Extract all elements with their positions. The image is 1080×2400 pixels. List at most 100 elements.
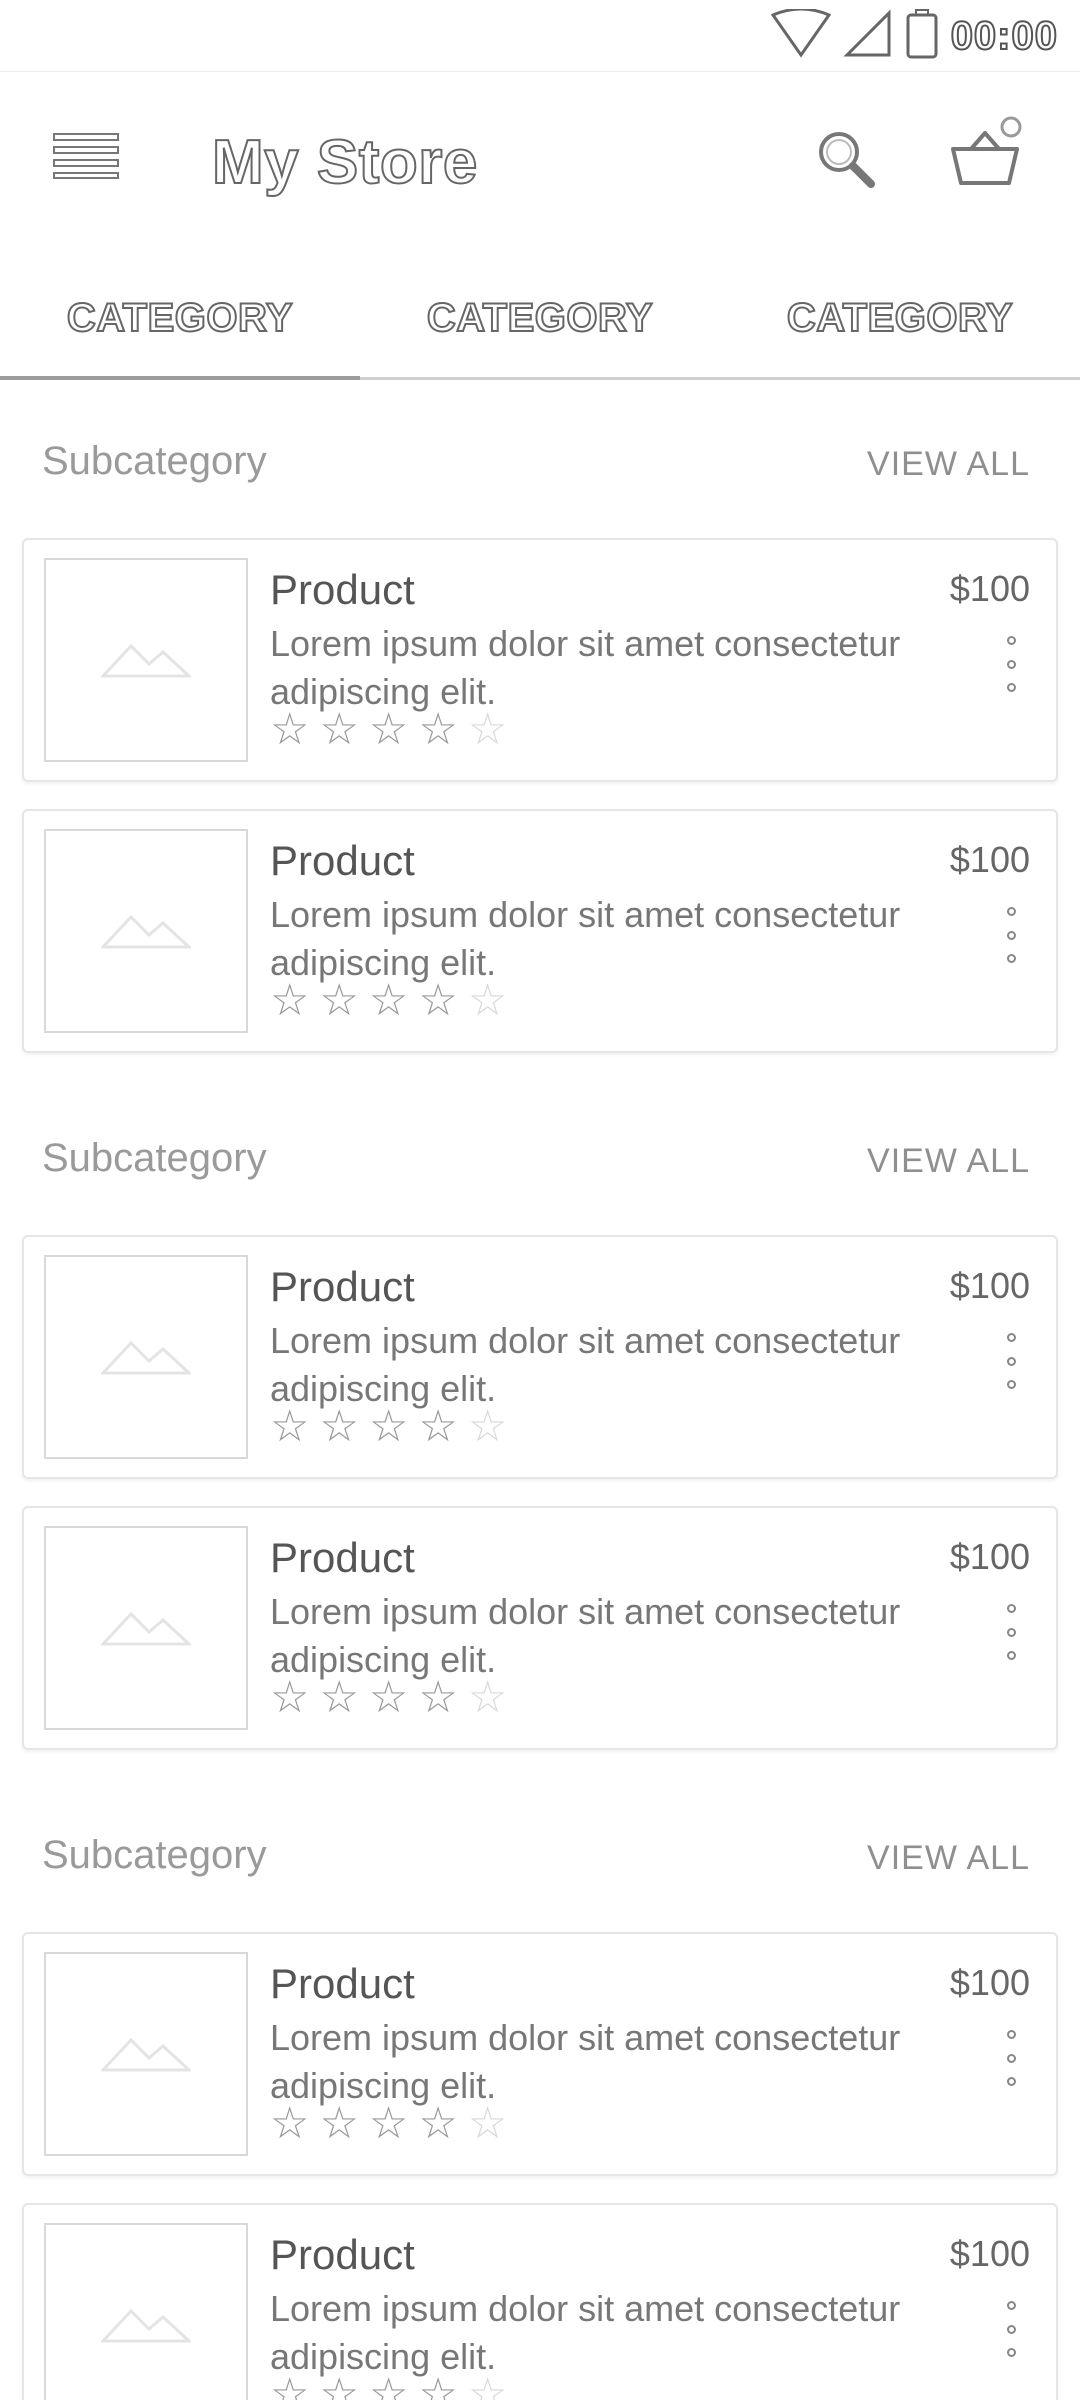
- more-options-button[interactable]: [996, 2030, 1026, 2086]
- image-placeholder-icon: [99, 1335, 193, 1380]
- cart-icon: [945, 115, 1025, 200]
- star-icon: ☆: [418, 704, 458, 755]
- dot: [1006, 954, 1016, 963]
- dot: [1006, 2030, 1016, 2039]
- star-icon: ☆: [270, 2369, 310, 2400]
- star-icon: ☆: [418, 1401, 458, 1452]
- view-all-button[interactable]: VIEW ALL: [867, 1142, 1030, 1181]
- tab-category-2[interactable]: CATEGORY: [360, 260, 720, 377]
- status-bar: 00:00: [0, 0, 1080, 72]
- product-list: Subcategory VIEW ALL Product $100 Lorem …: [0, 383, 1080, 2400]
- product-description: Lorem ipsum dolor sit amet consectetur a…: [270, 2017, 901, 2106]
- star-icon: ☆: [270, 704, 310, 755]
- image-placeholder-icon: [99, 1606, 193, 1651]
- tab-label: CATEGORY: [786, 295, 1014, 341]
- search-icon: [813, 126, 877, 195]
- dot: [1006, 2053, 1016, 2063]
- product-card[interactable]: Product $100 Lorem ipsum dolor sit amet …: [22, 2203, 1058, 2400]
- dot: [1006, 2324, 1016, 2334]
- star-icon: ☆: [418, 1672, 458, 1723]
- battery-icon: [905, 8, 939, 64]
- view-all-button[interactable]: VIEW ALL: [867, 445, 1030, 484]
- star-icon: ☆: [270, 1401, 310, 1452]
- product-name: Product: [270, 1263, 415, 1310]
- product-card[interactable]: Product $100 Lorem ipsum dolor sit amet …: [22, 538, 1058, 782]
- menu-button[interactable]: [46, 128, 126, 188]
- dot: [1006, 1356, 1016, 1366]
- product-image: [44, 1952, 248, 2156]
- star-icon: ☆: [319, 704, 359, 755]
- product-description: Lorem ipsum dolor sit amet consectetur a…: [270, 623, 901, 712]
- more-options-button[interactable]: [996, 1604, 1026, 1660]
- star-empty-icon: ☆: [467, 2369, 508, 2400]
- image-placeholder-icon: [99, 638, 193, 683]
- product-price: $100: [949, 1962, 1030, 2003]
- rating-stars: ☆ ☆ ☆ ☆ ☆: [270, 1676, 507, 1720]
- product-description: Lorem ipsum dolor sit amet consectetur a…: [270, 894, 901, 983]
- dot: [1006, 2077, 1016, 2086]
- tab-label: CATEGORY: [66, 295, 294, 341]
- star-icon: ☆: [418, 2369, 458, 2400]
- product-name: Product: [270, 2231, 415, 2278]
- dot: [1006, 1604, 1016, 1613]
- search-button[interactable]: [800, 120, 890, 200]
- product-name: Product: [270, 1960, 415, 2007]
- product-price: $100: [949, 568, 1030, 609]
- product-image: [44, 829, 248, 1033]
- subcategory-title: Subcategory: [42, 1833, 267, 1877]
- star-icon: ☆: [368, 2098, 409, 2149]
- more-options-button[interactable]: [996, 636, 1026, 692]
- subcategory-section: Subcategory VIEW ALL Product $100 Lorem …: [0, 1777, 1080, 2400]
- star-empty-icon: ☆: [467, 975, 508, 1026]
- status-icons: 00:00: [770, 7, 1058, 64]
- product-card[interactable]: Product $100 Lorem ipsum dolor sit amet …: [22, 1235, 1058, 1479]
- product-name: Product: [270, 566, 415, 613]
- dot: [1006, 2301, 1016, 2310]
- app-bar: My Store: [0, 72, 1080, 252]
- product-price: $100: [949, 1536, 1030, 1577]
- star-icon: ☆: [319, 2098, 359, 2149]
- rating-stars: ☆ ☆ ☆ ☆ ☆: [270, 1405, 507, 1449]
- star-icon: ☆: [270, 2098, 310, 2149]
- star-icon: ☆: [270, 975, 310, 1026]
- product-image: [44, 1526, 248, 1730]
- star-icon: ☆: [319, 1401, 359, 1452]
- product-name: Product: [270, 837, 415, 884]
- product-name: Product: [270, 1534, 415, 1581]
- dot: [1006, 907, 1016, 916]
- star-icon: ☆: [368, 1401, 409, 1452]
- tab-category-1[interactable]: CATEGORY: [0, 260, 360, 380]
- star-icon: ☆: [418, 2098, 458, 2149]
- product-card[interactable]: Product $100 Lorem ipsum dolor sit amet …: [22, 809, 1058, 1053]
- image-placeholder-icon: [99, 909, 193, 954]
- product-description: Lorem ipsum dolor sit amet consectetur a…: [270, 2288, 901, 2377]
- more-options-button[interactable]: [996, 1333, 1026, 1389]
- rating-stars: ☆ ☆ ☆ ☆ ☆: [270, 979, 507, 1023]
- cart-button[interactable]: [940, 112, 1030, 202]
- more-options-button[interactable]: [996, 2301, 1026, 2357]
- dot: [1006, 2348, 1016, 2357]
- star-icon: ☆: [368, 975, 409, 1026]
- star-icon: ☆: [368, 2369, 409, 2400]
- product-image: [44, 558, 248, 762]
- product-card[interactable]: Product $100 Lorem ipsum dolor sit amet …: [22, 1932, 1058, 2176]
- product-card[interactable]: Product $100 Lorem ipsum dolor sit amet …: [22, 1506, 1058, 1750]
- star-icon: ☆: [418, 975, 458, 1026]
- image-placeholder-icon: [99, 2303, 193, 2348]
- section-header: Subcategory VIEW ALL: [0, 1777, 1080, 1932]
- star-empty-icon: ☆: [467, 2098, 508, 2149]
- more-options-button[interactable]: [996, 907, 1026, 963]
- status-time: 00:00: [950, 13, 1058, 59]
- view-all-button[interactable]: VIEW ALL: [867, 1839, 1030, 1878]
- rating-stars: ☆ ☆ ☆ ☆ ☆: [270, 708, 507, 752]
- product-description: Lorem ipsum dolor sit amet consectetur a…: [270, 1591, 901, 1680]
- product-price: $100: [949, 839, 1030, 880]
- product-image: [44, 2223, 248, 2400]
- star-icon: ☆: [368, 1672, 409, 1723]
- tab-category-3[interactable]: CATEGORY: [720, 260, 1080, 377]
- dot: [1006, 1333, 1016, 1342]
- subcategory-section: Subcategory VIEW ALL Product $100 Lorem …: [0, 383, 1080, 1053]
- product-description: Lorem ipsum dolor sit amet consectetur a…: [270, 1320, 901, 1409]
- subcategory-title: Subcategory: [42, 439, 267, 483]
- product-price: $100: [949, 2233, 1030, 2274]
